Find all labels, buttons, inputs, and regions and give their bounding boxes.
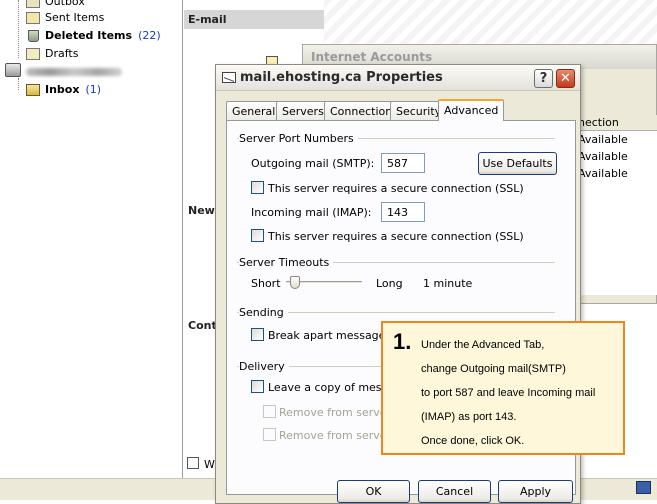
outbox-icon — [26, 0, 40, 8]
sent-items-icon — [26, 11, 40, 24]
folder-label: Outbox — [45, 0, 85, 8]
tab-connection[interactable]: Connection — [324, 101, 399, 120]
server-port-numbers-label: Server Port Numbers — [239, 132, 358, 145]
outgoing-mail-label: Outgoing mail (SMTP): — [251, 157, 375, 170]
sending-label: Sending — [239, 306, 288, 319]
ssl-incoming-checkbox[interactable] — [251, 229, 264, 242]
timeout-long-label: Long — [376, 277, 403, 290]
remove-after-checkbox[interactable] — [263, 405, 276, 418]
folder-label: Deleted Items — [45, 29, 133, 42]
outgoing-port-input[interactable] — [381, 153, 425, 173]
ssl-incoming-label: This server requires a secure connection… — [268, 230, 524, 243]
timeout-value: 1 minute — [423, 277, 473, 290]
instruction-text: Under the Advanced Tab, change Outgoing … — [421, 333, 621, 453]
incoming-mail-label: Incoming mail (IMAP): — [251, 206, 372, 219]
tray-icon[interactable] — [636, 481, 651, 494]
drafts-icon — [26, 47, 40, 60]
ssl-outgoing-label: This server requires a secure connection… — [268, 182, 524, 195]
list-item[interactable]: Available — [574, 148, 657, 165]
remove-deleted-checkbox[interactable] — [263, 428, 276, 441]
tab-general[interactable]: General — [226, 101, 282, 120]
trash-icon — [28, 29, 39, 42]
help-button[interactable]: ? — [534, 69, 553, 88]
list-item[interactable]: Available — [574, 165, 657, 182]
tree-line — [18, 78, 19, 90]
folder-drafts[interactable]: Drafts — [26, 45, 78, 62]
folder-label: Sent Items — [45, 11, 105, 24]
background-checkbox-label: W — [204, 458, 215, 471]
folder-inbox[interactable]: Inbox (1) — [26, 81, 101, 98]
instruction-callout: 1. Under the Advanced Tab, change Outgoi… — [381, 321, 625, 455]
accounts-list[interactable]: nection Available Available Available — [573, 115, 657, 295]
tab-advanced[interactable]: Advanced — [438, 99, 505, 121]
server-icon[interactable] — [5, 63, 21, 77]
dialog-title-bar[interactable]: mail.ehosting.ca Properties ? ✕ — [216, 65, 580, 91]
use-defaults-button[interactable]: Use Defaults — [478, 152, 557, 175]
folder-label: Drafts — [45, 47, 79, 60]
instruction-line: change Outgoing mail(SMTP) — [421, 363, 566, 375]
instruction-line: Under the Advanced Tab, — [421, 339, 545, 351]
unread-count: (1) — [85, 83, 102, 96]
delivery-label: Delivery — [239, 360, 289, 373]
timeout-short-label: Short — [251, 277, 281, 290]
folder-pane: Outbox Sent Items Deleted Items (22) Dra… — [0, 0, 183, 500]
instruction-line: Once done, click OK. — [421, 435, 525, 447]
unread-count: (22) — [138, 29, 161, 42]
break-apart-checkbox[interactable] — [251, 328, 264, 341]
dialog-title: mail.ehosting.ca Properties — [240, 70, 443, 85]
incoming-port-input[interactable] — [381, 202, 425, 222]
new-section-header: New — [184, 201, 216, 220]
background-checkbox[interactable] — [187, 457, 199, 469]
ssl-outgoing-checkbox[interactable] — [251, 181, 264, 194]
instruction-line: (IMAP) as port 143. — [421, 411, 517, 423]
accounts-column-header[interactable]: nection — [574, 115, 657, 131]
contacts-section-header: Cont — [184, 316, 217, 335]
tree-line — [18, 0, 19, 58]
step-number: 1. — [393, 329, 412, 354]
account-name[interactable] — [26, 68, 122, 76]
timeout-slider-thumb[interactable] — [290, 276, 300, 289]
leave-copy-checkbox[interactable] — [251, 380, 264, 393]
tab-servers[interactable]: Servers — [276, 101, 330, 120]
mail-icon — [222, 72, 236, 83]
list-item[interactable]: Available — [574, 131, 657, 148]
inbox-icon — [26, 83, 40, 96]
server-timeouts-label: Server Timeouts — [239, 256, 334, 269]
instruction-line: to port 587 and leave Incoming mail — [421, 387, 596, 399]
email-section-header: E-mail — [184, 10, 324, 29]
close-button[interactable]: ✕ — [556, 69, 575, 88]
folder-deleted-items[interactable]: Deleted Items (22) — [26, 27, 161, 44]
folder-label: Inbox — [45, 83, 80, 96]
folder-sent-items[interactable]: Sent Items — [26, 9, 104, 26]
